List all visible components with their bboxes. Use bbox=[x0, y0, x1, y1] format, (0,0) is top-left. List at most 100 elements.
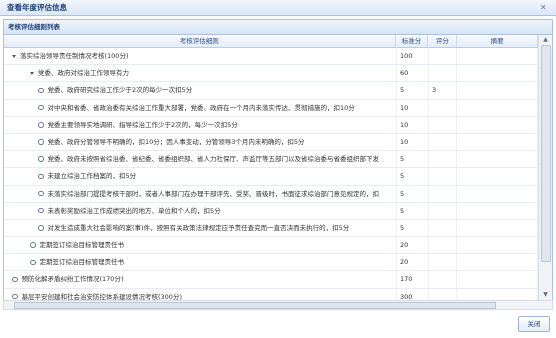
table-row[interactable]: 定期签订综治目标管理责任书 20 bbox=[4, 237, 538, 255]
table-row[interactable]: 落实综治领导责任制情况考核(100分) 100 bbox=[4, 48, 538, 66]
table-row[interactable]: 未落实综治部门提提考核干部时，或者人事部门在办理干部评先、受奖、晋级时，书面征求… bbox=[4, 185, 538, 203]
rule-label: 未表彰奖励综治工作成绩突出的地方、单位和个人的，扣5分 bbox=[47, 206, 221, 215]
summary-cell[interactable] bbox=[457, 237, 538, 254]
score-cell[interactable]: 3 bbox=[429, 82, 457, 99]
tree-node[interactable]: 党委主要领导实地调研、指导综治工作少于2次的，每少一次扣5分 bbox=[38, 117, 238, 133]
tree-node[interactable]: 基层平安创建和社会治安防控体系建设情况考核(300分) bbox=[12, 289, 182, 300]
summary-cell[interactable] bbox=[457, 82, 538, 99]
score-cell[interactable] bbox=[429, 116, 457, 133]
leaf-node-icon bbox=[38, 190, 44, 197]
leaf-node-icon bbox=[38, 139, 44, 145]
tree-node[interactable]: 定期签订综治目标管理责任书 bbox=[30, 237, 124, 253]
summary-cell[interactable] bbox=[457, 202, 538, 219]
tree-node[interactable]: 党委、政府研究综治工作少于2次的每少一次扣5分 bbox=[38, 82, 192, 98]
rule-label: 党委、政府分管领导不明确的，扣10分；因人事变动，分管领导3个月内未明确的，扣5… bbox=[47, 137, 305, 146]
table-row[interactable]: 党委、政府研究综治工作少于2次的每少一次扣5分 5 3 bbox=[4, 82, 538, 100]
summary-cell[interactable] bbox=[457, 116, 538, 133]
column-rule[interactable]: 考核评估细则 bbox=[4, 35, 396, 47]
summary-cell[interactable] bbox=[457, 185, 538, 202]
rule-label: 预防化解矛盾纠纷工作情况(170分) bbox=[21, 275, 124, 284]
rule-cell: 落实综治领导责任制情况考核(100分) bbox=[4, 48, 397, 65]
rule-cell: 未落实综治部门提提考核干部时，或者人事部门在办理干部评先、受奖、晋级时，书面征求… bbox=[4, 185, 397, 202]
rule-label: 定期签订综治目标管理责任书 bbox=[39, 241, 125, 250]
score-cell[interactable] bbox=[429, 133, 457, 151]
score-cell[interactable] bbox=[429, 202, 457, 219]
scroll-thumb[interactable] bbox=[541, 45, 551, 262]
summary-cell[interactable] bbox=[457, 99, 538, 116]
horizontal-scrollbar[interactable] bbox=[3, 300, 553, 310]
rule-cell: 党委、政府未按照省综治委、省纪委、省委组织部、省人力社保厅、声监厅等五部门以及省… bbox=[4, 151, 397, 168]
expand-arrow-icon[interactable] bbox=[30, 71, 34, 75]
scroll-up-icon[interactable]: ▲ bbox=[539, 35, 552, 45]
expand-arrow-icon[interactable] bbox=[12, 54, 16, 58]
tree-node[interactable]: 党委、政府未按照省综治委、省纪委、省委组织部、省人力社保厅、声监厅等五部门以及省… bbox=[38, 151, 379, 167]
hscroll-thumb[interactable] bbox=[14, 302, 496, 309]
summary-cell[interactable] bbox=[457, 48, 538, 65]
close-icon[interactable]: ✕ bbox=[540, 4, 548, 12]
score-cell[interactable] bbox=[429, 168, 457, 185]
table-row[interactable]: 预防化解矛盾纠纷工作情况(170分) 170 bbox=[4, 271, 538, 289]
column-std[interactable]: 标准分 bbox=[396, 35, 429, 47]
summary-cell[interactable] bbox=[457, 151, 538, 168]
table-row[interactable]: 党委、政府分管领导不明确的，扣10分；因人事变动，分管领导3个月内未明确的，扣5… bbox=[4, 133, 538, 152]
rule-cell: 党委、政府对综治工作领导有力 bbox=[4, 65, 397, 82]
rule-cell: 基层平安创建和社会治安防控体系建设情况考核(300分) bbox=[4, 288, 397, 300]
score-cell[interactable] bbox=[429, 99, 457, 116]
tree-node[interactable]: 未落实综治部门提提考核干部时，或者人事部门在办理干部评先、受奖、晋级时，书面征求… bbox=[38, 186, 379, 202]
summary-cell[interactable] bbox=[457, 168, 538, 185]
score-cell[interactable] bbox=[429, 219, 457, 237]
summary-cell[interactable] bbox=[457, 133, 538, 151]
table-row[interactable]: 对中央和省委、省政治委有关综治工作重大部署，党委、政府在一个月内未落实传达、贯彻… bbox=[4, 99, 538, 117]
summary-cell[interactable] bbox=[457, 271, 538, 288]
rule-cell: 对发生造成重大社会影响的案(事)件，按照有关政策法律规定应予责任查究而一直否决而… bbox=[4, 219, 397, 237]
table-row[interactable]: 定期签订综治目标管理责任书 20 bbox=[4, 254, 538, 272]
std-score-cell: 170 bbox=[397, 271, 429, 288]
table-row[interactable]: 对发生造成重大社会影响的案(事)件，按照有关政策法律规定应予责任查究而一直否决而… bbox=[4, 219, 538, 238]
score-cell[interactable] bbox=[429, 254, 457, 271]
tree-node[interactable]: 落实综治领导责任制情况考核(100分) bbox=[12, 48, 128, 64]
summary-cell[interactable] bbox=[457, 288, 538, 300]
dialog-title: 查看年度评估信息 bbox=[0, 0, 556, 16]
tree-node[interactable]: 对中央和省委、省政治委有关综治工作重大部署，党委、政府在一个月内未落实传达、贯彻… bbox=[38, 100, 355, 116]
std-score-cell: 5 bbox=[397, 185, 429, 202]
score-cell[interactable] bbox=[429, 288, 457, 300]
score-cell[interactable] bbox=[429, 65, 457, 82]
table-row[interactable]: 党委主要领导实地调研、指导综治工作少于2次的，每少一次扣5分 10 bbox=[4, 116, 538, 134]
table-row[interactable]: 基层平安创建和社会治安防控体系建设情况考核(300分) 300 bbox=[4, 288, 538, 300]
rule-cell: 对中央和省委、省政治委有关综治工作重大部署，党委、政府在一个月内未落实传达、贯彻… bbox=[4, 99, 397, 116]
score-cell[interactable] bbox=[429, 185, 457, 202]
tree-node[interactable]: 对发生造成重大社会影响的案(事)件，按照有关政策法律规定应予责任查究而一直否决而… bbox=[38, 220, 349, 236]
tree-node[interactable]: 党委、政府对综治工作领导有力 bbox=[30, 65, 129, 81]
table-row[interactable]: 党委、政府未按照省综治委、省纪委、省委组织部、省人力社保厅、声监厅等五部门以及省… bbox=[4, 151, 538, 169]
table-row[interactable]: 未表彰奖励综治工作成绩突出的地方、单位和个人的，扣5分 5 bbox=[4, 202, 538, 220]
rule-label: 党委、政府未按照省综治委、省纪委、省委组织部、省人力社保厅、声监厅等五部门以及省… bbox=[47, 155, 380, 164]
score-cell[interactable] bbox=[429, 151, 457, 168]
leaf-node-icon bbox=[12, 276, 18, 283]
table-row[interactable]: 未建立综治工作档案的，扣5分 5 bbox=[4, 168, 538, 186]
std-score-cell: 10 bbox=[397, 133, 429, 151]
scroll-down-icon[interactable]: ▼ bbox=[539, 290, 552, 300]
std-score-cell: 20 bbox=[397, 254, 429, 271]
tree-node[interactable]: 党委、政府分管领导不明确的，扣10分；因人事变动，分管领导3个月内未明确的，扣5… bbox=[38, 134, 305, 150]
table-row[interactable]: 党委、政府对综治工作领导有力 60 bbox=[4, 65, 538, 83]
evaluation-dialog: 查看年度评估信息 ✕ 考核评估细则列表 考核评估细则 标准分 评分 摘要 落实综… bbox=[0, 0, 556, 338]
tree-node[interactable]: 未建立综治工作档案的，扣5分 bbox=[38, 168, 136, 184]
summary-cell[interactable] bbox=[457, 254, 538, 271]
std-score-cell: 5 bbox=[397, 202, 429, 219]
vertical-scrollbar[interactable]: ▲ ▼ bbox=[538, 35, 552, 300]
rules-panel: 考核评估细则列表 考核评估细则 标准分 评分 摘要 落实综治领导责任制情况考核(… bbox=[3, 19, 553, 301]
summary-cell[interactable] bbox=[457, 65, 538, 82]
column-score[interactable]: 评分 bbox=[428, 35, 458, 47]
close-button[interactable]: 关闭 bbox=[518, 316, 550, 332]
column-summary[interactable]: 摘要 bbox=[457, 35, 538, 47]
score-cell[interactable] bbox=[429, 271, 457, 288]
score-cell[interactable] bbox=[429, 48, 457, 65]
tree-node[interactable]: 定期签订综治目标管理责任书 bbox=[30, 254, 124, 270]
tree-node[interactable]: 预防化解矛盾纠纷工作情况(170分) bbox=[12, 271, 123, 287]
summary-cell[interactable] bbox=[457, 219, 538, 237]
rule-label: 党委、政府研究综治工作少于2次的每少一次扣5分 bbox=[47, 86, 193, 95]
std-score-cell: 5 bbox=[397, 219, 429, 237]
tree-node[interactable]: 未表彰奖励综治工作成绩突出的地方、单位和个人的，扣5分 bbox=[38, 203, 221, 219]
score-cell[interactable] bbox=[429, 237, 457, 254]
rules-grid: 考核评估细则 标准分 评分 摘要 落实综治领导责任制情况考核(100分) 100 党… bbox=[4, 35, 538, 300]
